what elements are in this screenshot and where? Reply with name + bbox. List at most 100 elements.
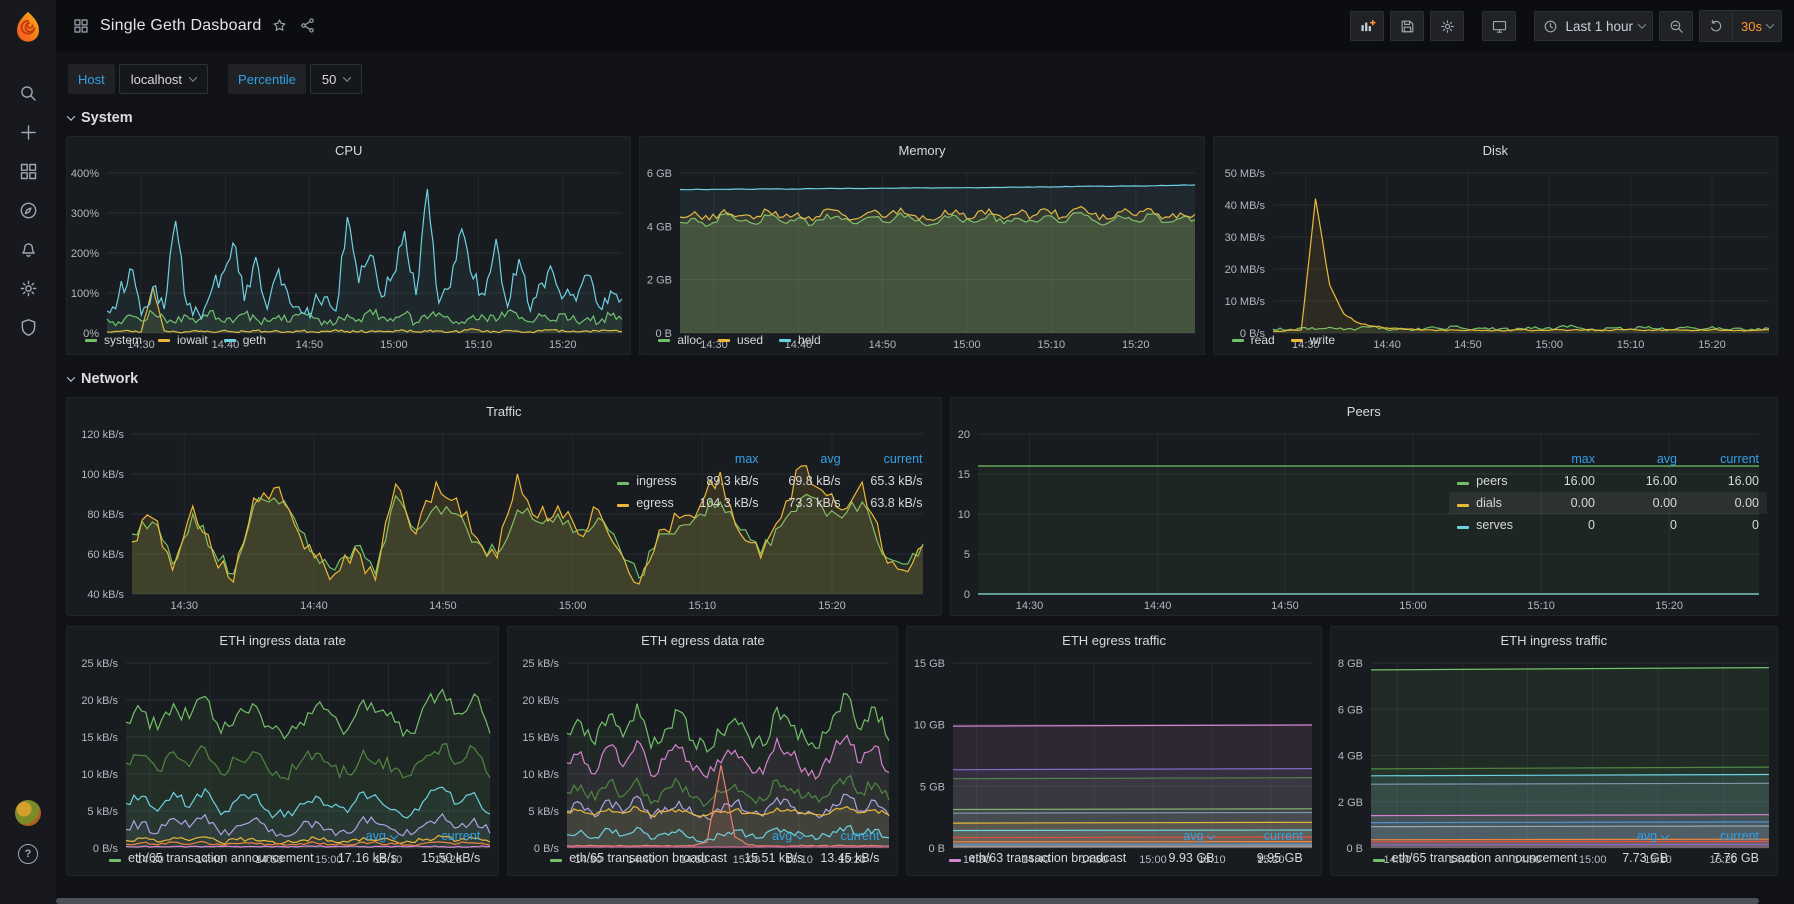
panel-title[interactable]: Disk bbox=[1214, 137, 1777, 163]
panel-title[interactable]: CPU bbox=[67, 137, 630, 163]
legend-sort-avg[interactable]: avg bbox=[1134, 825, 1222, 847]
series-swatch bbox=[85, 339, 97, 342]
legend-item[interactable]: held bbox=[779, 333, 821, 347]
legend-item[interactable]: write bbox=[1291, 333, 1335, 347]
eth-ingress-traffic-chart[interactable]: 0 B2 GB4 GB6 GB8 GB14:3014:4014:5015:001… bbox=[1331, 653, 1777, 825]
legend-sort-avg[interactable]: avg bbox=[735, 825, 811, 847]
star-icon[interactable] bbox=[271, 17, 289, 35]
eth-egress-traffic-chart[interactable]: 0 B5 GB10 GB15 GB14:3014:4014:5015:0015:… bbox=[907, 653, 1320, 825]
svg-text:10 MB/s: 10 MB/s bbox=[1224, 296, 1265, 308]
variable-percentile-value[interactable]: 50 bbox=[310, 64, 362, 94]
scrollbar-thumb[interactable] bbox=[56, 898, 1759, 904]
legend-item[interactable]: used bbox=[718, 333, 763, 347]
legend-value: 104.3 kB/s bbox=[685, 492, 767, 514]
legend-item[interactable]: alloc bbox=[658, 333, 702, 347]
server-admin-shield-icon[interactable] bbox=[17, 316, 39, 338]
configuration-gear-icon[interactable] bbox=[17, 277, 39, 299]
legend-sort-max[interactable]: max bbox=[685, 448, 767, 470]
legend-item[interactable]: serves bbox=[1449, 514, 1521, 536]
dashboard-scroll[interactable]: Host localhost Percentile 50 System CPU bbox=[56, 52, 1794, 904]
eth-ingress-traffic-legend: avgcurrent eth/65 transaction announcemen… bbox=[1331, 825, 1777, 875]
svg-text:25 kB/s: 25 kB/s bbox=[81, 658, 118, 670]
help-icon[interactable]: ? bbox=[18, 844, 38, 864]
traffic-chart[interactable]: 40 kB/s60 kB/s80 kB/s100 kB/s120 kB/s14:… bbox=[67, 424, 609, 615]
dashboards-icon[interactable] bbox=[17, 160, 39, 182]
variable-host-value[interactable]: localhost bbox=[119, 64, 208, 94]
panel-traffic: Traffic 40 kB/s60 kB/s80 kB/s100 kB/s120… bbox=[66, 397, 942, 616]
legend-sort-current[interactable]: current bbox=[1685, 448, 1767, 470]
legend-item[interactable]: dials bbox=[1449, 492, 1521, 514]
svg-text:14:50: 14:50 bbox=[1271, 600, 1299, 612]
panel-title[interactable]: ETH ingress traffic bbox=[1331, 627, 1777, 653]
legend-sort-current[interactable]: current bbox=[405, 825, 488, 847]
refresh-button[interactable] bbox=[1700, 11, 1732, 41]
time-range-picker[interactable]: Last 1 hour bbox=[1534, 11, 1653, 41]
legend-value: 0.00 bbox=[1603, 492, 1685, 514]
share-icon[interactable] bbox=[299, 17, 317, 35]
svg-text:400%: 400% bbox=[71, 168, 99, 180]
section-system[interactable]: System bbox=[68, 104, 1778, 132]
refresh-interval-picker[interactable]: 30s bbox=[1732, 11, 1781, 41]
search-icon[interactable] bbox=[17, 82, 39, 104]
legend-sort-avg[interactable]: avg bbox=[1585, 825, 1676, 847]
legend-item[interactable]: peers bbox=[1449, 470, 1521, 492]
legend-sort-current[interactable]: current bbox=[849, 448, 931, 470]
legend-item[interactable]: iowait bbox=[158, 333, 208, 347]
series-swatch bbox=[1232, 339, 1244, 342]
panel-title[interactable]: ETH egress data rate bbox=[508, 627, 897, 653]
series-swatch bbox=[1291, 339, 1303, 342]
eth-egress-data-rate-chart[interactable]: 0 B/s5 kB/s10 kB/s15 kB/s20 kB/s25 kB/s1… bbox=[508, 653, 897, 825]
legend-sort-avg[interactable]: avg bbox=[1603, 448, 1685, 470]
dashboard-settings-button[interactable] bbox=[1430, 11, 1464, 41]
legend-item[interactable]: ingress bbox=[609, 470, 684, 492]
legend-sort-current[interactable]: current bbox=[1676, 825, 1767, 847]
section-network[interactable]: Network bbox=[68, 365, 1778, 393]
cpu-chart[interactable]: 0%100%200%300%400%14:3014:4014:5015:0015… bbox=[67, 163, 630, 326]
memory-chart[interactable]: 0 B2 GB4 GB6 GB14:3014:4014:5015:0015:10… bbox=[640, 163, 1203, 326]
legend-item[interactable]: eth/65 transaction announcement bbox=[1365, 847, 1586, 869]
panel-title[interactable]: ETH ingress data rate bbox=[67, 627, 498, 653]
svg-text:10 GB: 10 GB bbox=[914, 720, 945, 732]
panel-title[interactable]: Memory bbox=[640, 137, 1203, 163]
variable-host-label: Host bbox=[68, 64, 115, 94]
zoom-out-time-button[interactable] bbox=[1659, 11, 1693, 41]
legend-row: serves000 bbox=[1449, 514, 1767, 536]
series-swatch bbox=[550, 859, 562, 862]
user-avatar[interactable] bbox=[15, 800, 41, 826]
legend-sort-avg[interactable]: avg bbox=[767, 448, 849, 470]
legend-sort-current[interactable]: current bbox=[811, 825, 887, 847]
svg-text:6 GB: 6 GB bbox=[647, 168, 672, 180]
grafana-logo[interactable] bbox=[0, 0, 56, 52]
legend-item[interactable]: system bbox=[85, 333, 142, 347]
cycle-view-mode-button[interactable] bbox=[1482, 11, 1516, 41]
series-swatch bbox=[158, 339, 170, 342]
legend-item[interactable]: eth/65 transaction broadcast bbox=[542, 847, 735, 869]
svg-text:15: 15 bbox=[957, 469, 969, 481]
add-panel-button[interactable] bbox=[1350, 11, 1384, 41]
sort-chevron-icon bbox=[1207, 831, 1215, 839]
save-dashboard-button[interactable] bbox=[1390, 11, 1424, 41]
legend-item[interactable]: eth/65 transaction announcement bbox=[101, 847, 322, 869]
peers-chart[interactable]: 0510152014:3014:4014:5015:0015:1015:20 bbox=[951, 424, 1450, 615]
explore-compass-icon[interactable] bbox=[17, 199, 39, 221]
panel-title[interactable]: ETH egress traffic bbox=[907, 627, 1320, 653]
legend-sort-current[interactable]: current bbox=[1222, 825, 1310, 847]
disk-chart[interactable]: 0 B/s10 MB/s20 MB/s30 MB/s40 MB/s50 MB/s… bbox=[1214, 163, 1777, 326]
legend-sort-max[interactable]: max bbox=[1521, 448, 1603, 470]
svg-text:25 kB/s: 25 kB/s bbox=[523, 658, 560, 670]
alerting-bell-icon[interactable] bbox=[17, 238, 39, 260]
legend-sort-avg[interactable]: avg bbox=[322, 825, 405, 847]
legend-item[interactable]: read bbox=[1232, 333, 1275, 347]
panel-peers: Peers 0510152014:3014:4014:5015:0015:101… bbox=[950, 397, 1778, 616]
legend-item[interactable]: egress bbox=[609, 492, 684, 514]
panel-memory: Memory 0 B2 GB4 GB6 GB14:3014:4014:5015:… bbox=[639, 136, 1204, 355]
svg-text:20: 20 bbox=[957, 429, 969, 441]
panel-title[interactable]: Traffic bbox=[67, 398, 941, 424]
legend-item[interactable]: eth/63 transaction broadcast bbox=[941, 847, 1134, 869]
svg-text:120 kB/s: 120 kB/s bbox=[81, 429, 124, 441]
panel-title[interactable]: Peers bbox=[951, 398, 1777, 424]
legend-value: 17.16 kB/s bbox=[322, 847, 405, 869]
create-plus-icon[interactable] bbox=[17, 121, 39, 143]
eth-ingress-data-rate-chart[interactable]: 0 B/s5 kB/s10 kB/s15 kB/s20 kB/s25 kB/s1… bbox=[67, 653, 498, 825]
legend-item[interactable]: geth bbox=[224, 333, 266, 347]
